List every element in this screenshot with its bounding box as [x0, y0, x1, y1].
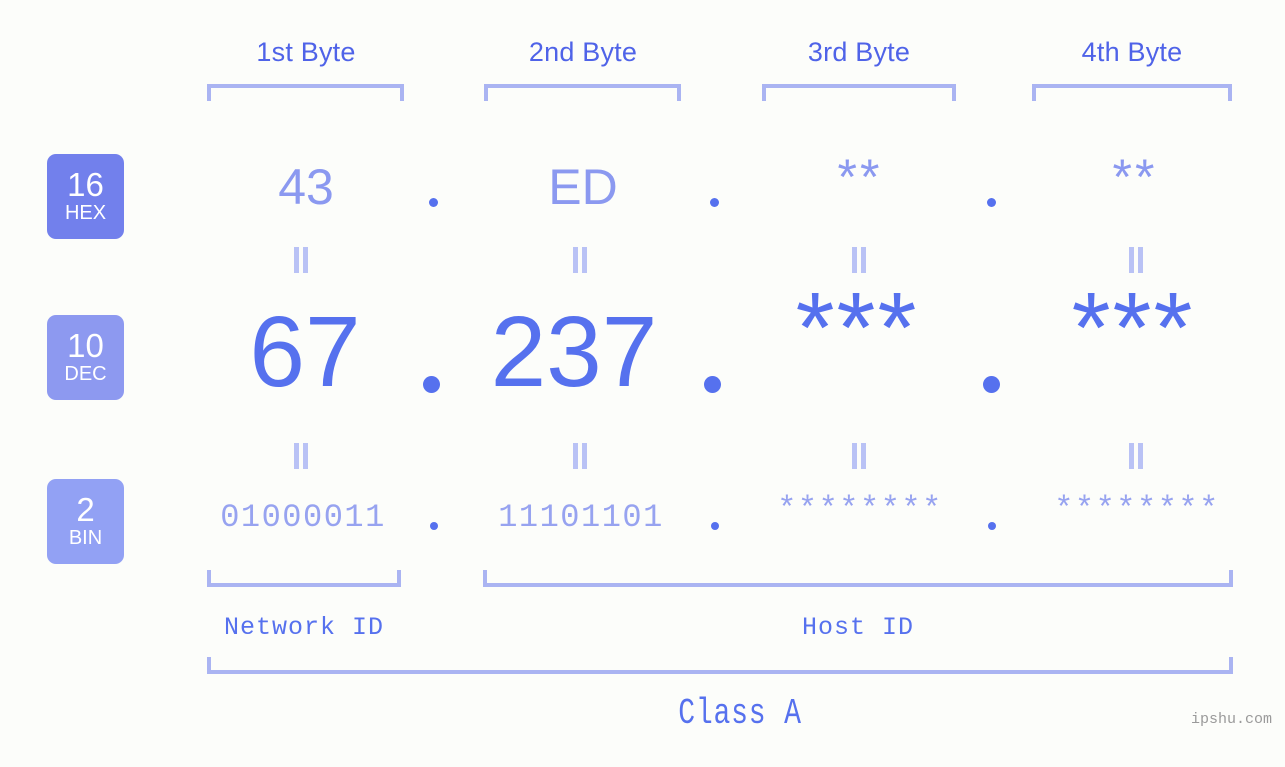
- bin-separator-dot-3: [988, 522, 996, 530]
- equals-icon-hex-dec-1: [294, 247, 308, 273]
- hex-separator-dot-2: [710, 198, 719, 207]
- network-id-bracket: [207, 570, 401, 587]
- dec-byte-value-4: ***: [1071, 272, 1195, 384]
- base-badge-hex-number: 16: [67, 166, 104, 203]
- hex-separator-dot-1: [429, 198, 438, 207]
- ip-byte-breakdown-diagram: 1st Byte 2nd Byte 3rd Byte 4th Byte 16 H…: [0, 0, 1285, 767]
- base-badge-dec: 10 DEC: [47, 315, 124, 400]
- hex-byte-value-2: ED: [548, 159, 618, 215]
- equals-icon-dec-bin-3: [852, 443, 866, 469]
- dec-separator-dot-3: [983, 376, 1000, 393]
- bin-byte-value-1: 01000011: [220, 499, 386, 536]
- bin-separator-dot-2: [711, 522, 719, 530]
- host-id-label: Host ID: [801, 613, 915, 642]
- equals-icon-dec-bin-2: [573, 443, 587, 469]
- byte-header-label-4: 4th Byte: [1081, 37, 1183, 67]
- dec-byte-value-3: ***: [795, 272, 919, 384]
- byte-header-label-3: 3rd Byte: [807, 37, 911, 67]
- base-badge-dec-number: 10: [67, 327, 104, 364]
- bin-byte-value-3: ********: [777, 491, 943, 528]
- watermark: ipshu.com: [1190, 711, 1272, 728]
- byte-bracket-top-4: [1032, 84, 1232, 101]
- hex-byte-value-3: **: [837, 149, 883, 205]
- host-id-bracket: [483, 570, 1233, 587]
- network-id-label: Network ID: [223, 613, 385, 642]
- bin-byte-value-2: 11101101: [498, 499, 664, 536]
- equals-icon-hex-dec-4: [1129, 247, 1143, 273]
- base-badge-hex: 16 HEX: [47, 154, 124, 239]
- dec-separator-dot-1: [423, 376, 440, 393]
- base-badge-bin: 2 BIN: [47, 479, 124, 564]
- equals-icon-dec-bin-1: [294, 443, 308, 469]
- base-badge-bin-name: BIN: [68, 527, 103, 549]
- bin-byte-value-4: ********: [1054, 491, 1220, 528]
- base-badge-hex-name: HEX: [64, 202, 107, 224]
- bin-separator-dot-1: [430, 522, 438, 530]
- hex-byte-value-4: **: [1112, 149, 1158, 205]
- equals-icon-hex-dec-3: [852, 247, 866, 273]
- byte-bracket-top-1: [207, 84, 404, 101]
- equals-icon-hex-dec-2: [573, 247, 587, 273]
- dec-separator-dot-2: [704, 376, 721, 393]
- hex-separator-dot-3: [987, 198, 996, 207]
- byte-bracket-top-2: [484, 84, 681, 101]
- byte-header-label-1: 1st Byte: [256, 37, 356, 67]
- dec-byte-value-1: 67: [249, 296, 361, 408]
- dec-byte-value-2: 237: [490, 296, 658, 408]
- base-badge-bin-number: 2: [76, 491, 95, 528]
- byte-header-label-2: 2nd Byte: [528, 37, 638, 67]
- class-label: Class A: [678, 693, 802, 734]
- base-badge-dec-name: DEC: [64, 363, 107, 385]
- class-bracket: [207, 657, 1233, 674]
- hex-byte-value-1: 43: [278, 159, 334, 215]
- equals-icon-dec-bin-4: [1129, 443, 1143, 469]
- byte-bracket-top-3: [762, 84, 956, 101]
